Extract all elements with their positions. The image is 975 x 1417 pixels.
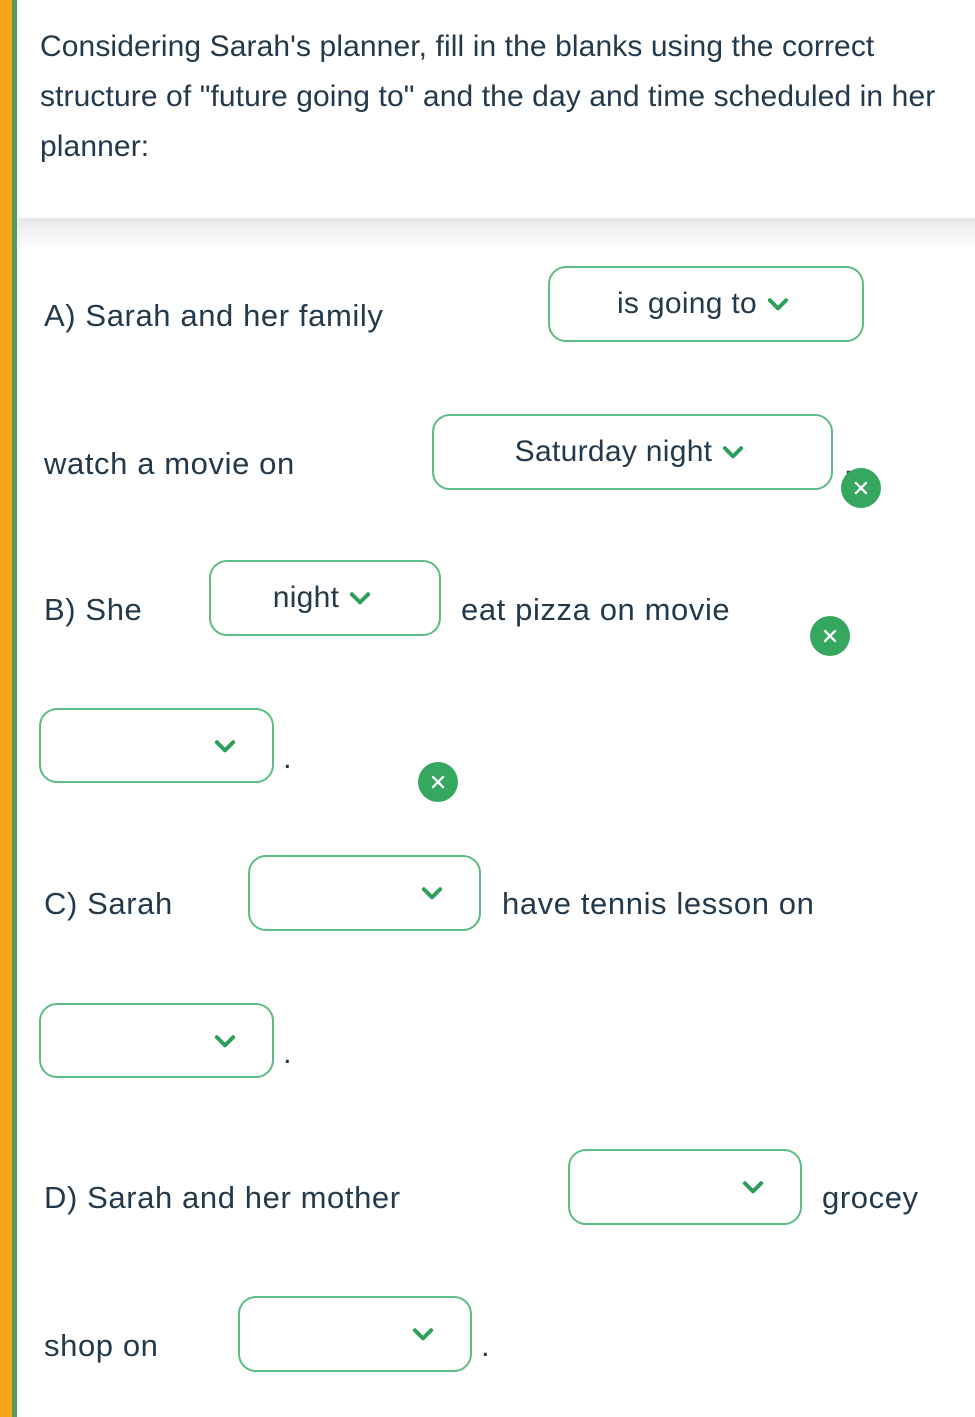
prompt-header: Considering Sarah's planner, fill in the… [17,0,975,218]
question-c-text-1: C) Sarah [44,886,173,921]
question-a-text-1: A) Sarah and her family [44,298,384,333]
close-icon [431,775,445,789]
blank-d1-dropdown[interactable] [568,1149,802,1225]
chevron-down-icon [736,1170,770,1204]
orange-accent-bar [0,0,12,1417]
blank-a2-value: Saturday night [514,435,713,468]
blank-a1-dropdown[interactable]: is going to [548,266,864,342]
question-c-period: . [283,1035,292,1070]
question-d-text-1: D) Sarah and her mother [44,1180,401,1215]
chevron-down-icon [761,287,795,321]
question-b-text-1: B) She [44,592,143,627]
close-icon [854,481,868,495]
question-b-period: . [283,740,292,775]
chevron-down-icon [208,1024,242,1058]
blank-b1-clear-button[interactable] [418,762,458,802]
close-icon [823,629,837,643]
question-d-text-2: grocey [822,1180,919,1215]
blank-b1-dropdown[interactable]: night [209,560,441,636]
exercise-page: Considering Sarah's planner, fill in the… [17,0,975,1417]
question-c-text-2: have tennis lesson on [502,886,815,921]
chevron-down-icon [415,876,449,910]
blank-a1-clear-button[interactable] [841,468,881,508]
page-title: Considering Sarah's planner, fill in the… [40,30,936,163]
chevron-down-icon [208,729,242,763]
blank-c2-dropdown[interactable] [39,1003,274,1078]
blank-a2-clear-button[interactable] [810,616,850,656]
green-accent-bar [12,0,17,1417]
blank-c1-dropdown[interactable] [248,855,481,931]
question-b-text-2: eat pizza on movie [461,592,731,627]
chevron-down-icon [343,581,377,615]
question-d-period: . [481,1328,490,1363]
blank-a2-dropdown[interactable]: Saturday night [432,414,833,490]
blank-b1-value: night [272,581,340,614]
blank-b2-dropdown[interactable] [39,708,274,783]
blank-d2-dropdown[interactable] [238,1296,472,1372]
answers-container: A) Sarah and her family is going to watc… [17,218,975,1417]
question-d-text-3: shop on [44,1328,159,1363]
blank-a1-value: is going to [616,287,758,320]
chevron-down-icon [406,1317,440,1351]
question-a-text-2: watch a movie on [44,446,295,481]
chevron-down-icon [716,435,750,469]
